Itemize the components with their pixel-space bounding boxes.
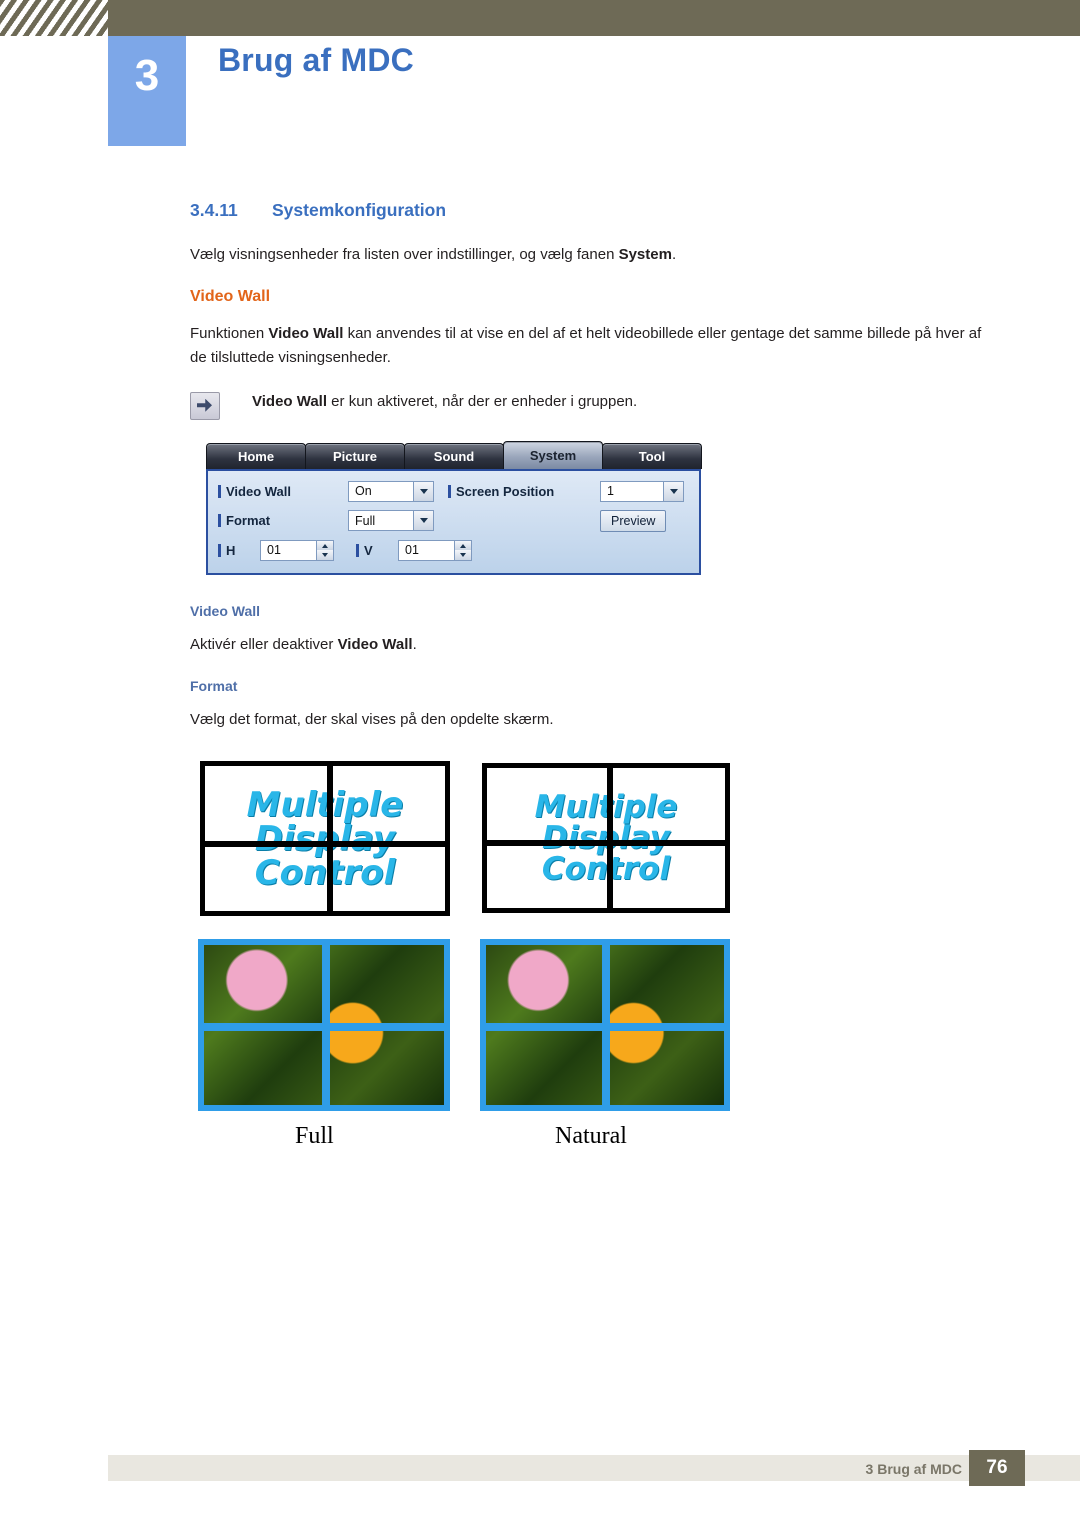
chapter-title: Brug af MDC: [218, 42, 414, 78]
vw-para-prefix: Funktionen: [190, 325, 269, 343]
wall-text-natural: Multiple Display Control: [487, 768, 725, 908]
mdc-row-format: Format Full Preview: [218, 509, 689, 532]
stepper-up-icon[interactable]: [317, 540, 333, 551]
format-select-value: Full: [355, 513, 376, 528]
format-field-label: Format: [218, 513, 348, 528]
h-stepper-buttons[interactable]: [316, 540, 333, 560]
video-wall-subheading: Video Wall: [190, 602, 261, 619]
format-diagrams: Multiple Display Control Multiple Displa…: [190, 761, 990, 1161]
v-stepper[interactable]: 01: [398, 539, 472, 561]
wall-diagram-natural-text: Multiple Display Control: [482, 763, 730, 914]
intro-suffix: .: [671, 246, 677, 263]
section-intro-paragraph: Vælg visningsenheder fra listen over ind…: [190, 243, 990, 266]
vw-sub-bold: Video Wall: [337, 635, 413, 653]
wall-grid-line-vertical: [327, 766, 333, 912]
photo-diagram-full: [198, 939, 450, 1112]
wall-text-line2: Display: [254, 818, 396, 859]
stepper-up-icon[interactable]: [455, 540, 471, 551]
wall-text-line1: Multiple: [246, 784, 404, 825]
page-content: 3.4.11 Systemkonfiguration Vælg visningse…: [190, 200, 990, 1161]
tab-tool[interactable]: Tool: [602, 442, 702, 469]
screen-position-field-label: Screen Position: [448, 484, 600, 499]
wall-text-line2: Display: [542, 819, 670, 856]
screen-position-select-value: 1: [607, 484, 614, 499]
stepper-down-icon[interactable]: [455, 550, 471, 560]
mdc-panel-body: Video Wall On Screen Position 1 Format F…: [206, 468, 701, 575]
format-paragraph: Vælg det format, der skal vises på den o…: [190, 711, 554, 728]
screen-position-select[interactable]: 1: [600, 480, 684, 502]
intro-bold: System: [618, 246, 672, 263]
tab-picture[interactable]: Picture: [305, 442, 405, 469]
tab-home[interactable]: Home: [206, 442, 306, 469]
mdc-row-video-wall: Video Wall On Screen Position 1: [218, 480, 689, 502]
h-stepper-value: 01: [267, 543, 281, 558]
note-text: Video Wall er kun aktiveret, når der er …: [252, 391, 637, 412]
v-stepper-value: 01: [405, 543, 419, 558]
vw-sub-suffix: .: [412, 635, 417, 653]
tab-system[interactable]: System: [503, 440, 603, 469]
chevron-down-icon[interactable]: [663, 481, 683, 501]
header-hatch-decoration: [0, 0, 108, 36]
photo-grid-line-horizontal: [204, 1023, 444, 1032]
wall-text-line3: Control: [541, 850, 671, 887]
wall-diagram-full-text: Multiple Display Control: [200, 761, 450, 917]
section-heading: 3.4.11 Systemkonfiguration: [190, 200, 990, 221]
intro-prefix: Vælg visningsenheder fra listen over ind…: [190, 246, 619, 263]
chevron-down-icon[interactable]: [413, 511, 433, 531]
wall-grid-line-horizontal: [205, 841, 445, 848]
video-wall-select-value: On: [355, 484, 372, 499]
page-header-bar: [0, 0, 1080, 36]
format-label-full: Full: [295, 1123, 334, 1150]
h-stepper[interactable]: 01: [260, 539, 334, 561]
tab-sound[interactable]: Sound: [404, 442, 504, 469]
mdc-system-panel: Home Picture Sound System Tool Video Wal…: [206, 440, 702, 575]
vw-para-bold: Video Wall: [268, 325, 344, 343]
note-bold: Video Wall: [252, 392, 328, 410]
format-subheading: Format: [190, 678, 238, 694]
video-wall-heading: Video Wall: [190, 288, 271, 306]
video-wall-field-label: Video Wall: [218, 484, 348, 499]
wall-grid-line-vertical: [607, 768, 613, 909]
note-callout: Video Wall er kun aktiveret, når der er …: [190, 391, 990, 420]
photo-grid-line-horizontal: [486, 1023, 724, 1032]
wall-text-full: Multiple Display Control: [205, 766, 445, 911]
chevron-down-icon[interactable]: [413, 481, 433, 501]
format-label-natural: Natural: [555, 1123, 627, 1150]
chapter-number: 3: [134, 51, 160, 100]
video-wall-sub-paragraph: Aktivér eller deaktiver Video Wall.: [190, 633, 990, 656]
wall-text-line3: Control: [254, 852, 396, 893]
video-wall-paragraph: Funktionen Video Wall kan anvendes til a…: [190, 322, 990, 369]
section-title: Systemkonfiguration: [272, 200, 447, 220]
wall-grid-line-horizontal: [487, 840, 725, 847]
footer-text: 3 Brug af MDC: [865, 1461, 962, 1477]
video-wall-select[interactable]: On: [348, 480, 434, 502]
wall-text-line1: Multiple: [534, 788, 678, 825]
v-stepper-buttons[interactable]: [454, 540, 471, 560]
v-field-label: V: [356, 543, 398, 558]
photo-diagram-natural: [480, 939, 730, 1112]
section-number: 3.4.11: [190, 200, 238, 220]
h-field-label: H: [218, 543, 260, 558]
note-rest: er kun aktiveret, når der er enheder i g…: [327, 392, 638, 410]
note-pointer-icon: [190, 391, 220, 420]
format-select[interactable]: Full: [348, 510, 434, 532]
vw-sub-prefix: Aktivér eller deaktiver: [190, 635, 338, 653]
footer-page-number: 76: [969, 1450, 1025, 1486]
mdc-row-hv: H 01 V 01: [218, 539, 689, 561]
mdc-tab-bar: Home Picture Sound System Tool: [206, 440, 702, 469]
preview-button[interactable]: Preview: [600, 509, 667, 532]
stepper-down-icon[interactable]: [317, 550, 333, 560]
